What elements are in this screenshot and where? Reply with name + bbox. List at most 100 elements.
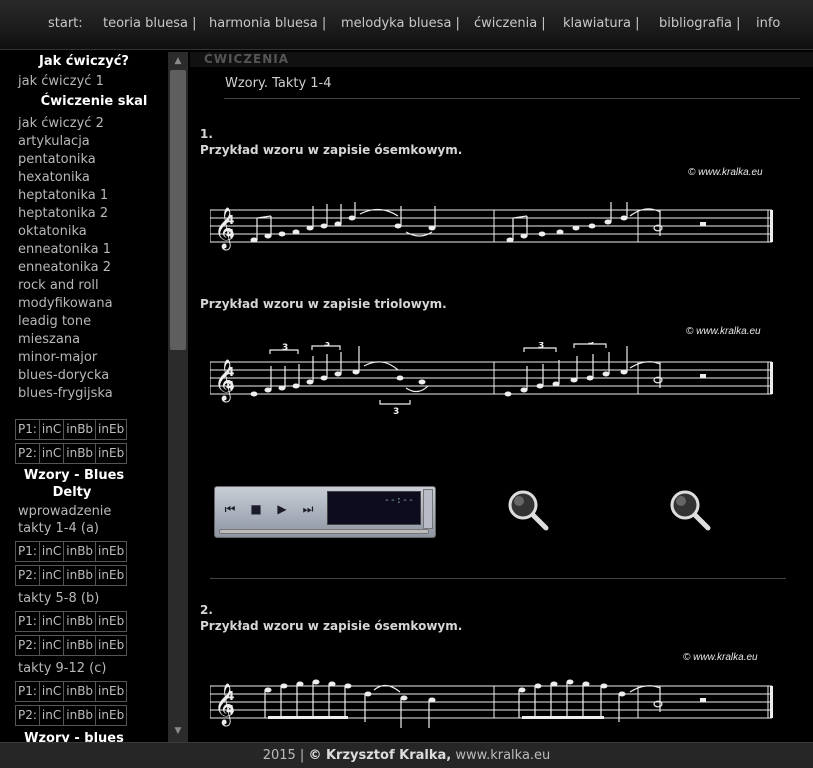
sidebar-link-scale[interactable]: blues-dorycka (18, 368, 109, 383)
sidebar-link-takty-1-4[interactable]: takty 1-4 (a) (18, 521, 99, 536)
svg-text:4: 4 (226, 365, 234, 379)
sidebar-link-jak-cwiczyc-1[interactable]: jak ćwiczyć 1 (18, 74, 104, 89)
sidebar-link-scale[interactable]: rock and roll (18, 278, 99, 293)
section-label: ĆWICZENIA (204, 52, 290, 66)
sidebar-link-scale[interactable]: enneatonika 1 (18, 242, 111, 257)
p1-label: P1: (16, 420, 40, 439)
p1-inbb-link[interactable]: inBb (64, 682, 97, 701)
sidebar-heading-wzory-blues: Wzory - blues (24, 731, 124, 742)
seek-bar[interactable] (219, 529, 429, 534)
p2-key-row: P2: inC inBb inEb (15, 565, 128, 586)
scroll-down-arrow-icon[interactable]: ▼ (171, 724, 185, 738)
skip-forward-icon[interactable]: ⏭ (297, 498, 319, 520)
p2-inc-link[interactable]: inC (40, 636, 65, 655)
p1-inbb-link[interactable]: inBb (64, 612, 97, 631)
player-display: --:-- (327, 491, 421, 525)
sidebar-link-scale[interactable]: minor-major (18, 350, 97, 365)
svg-text:4: 4 (226, 227, 234, 241)
sidebar-link-scale[interactable]: leadig tone (18, 314, 91, 329)
p1-label: P1: (16, 542, 40, 561)
zoom-magnifier-icon[interactable] (668, 488, 712, 532)
credit-text: © www.kralka.eu (686, 326, 761, 337)
sidebar-link-takty-5-8[interactable]: takty 5-8 (b) (18, 591, 99, 606)
p2-inbb-link[interactable]: inBb (64, 706, 97, 725)
p1-ineb-link[interactable]: inEb (96, 612, 126, 631)
p2-inc-link[interactable]: inC (40, 444, 65, 463)
top-navigation: start: teoria bluesa | harmonia bluesa |… (0, 0, 813, 50)
p2-inc-link[interactable]: inC (40, 706, 65, 725)
player-time: --:-- (383, 495, 414, 506)
nav-bibliografia[interactable]: bibliografia | (659, 16, 741, 31)
p2-ineb-link[interactable]: inEb (96, 636, 126, 655)
zoom-magnifier-icon[interactable] (506, 488, 550, 532)
svg-text:4: 4 (226, 213, 234, 227)
sidebar-link-scale[interactable]: mieszana (18, 332, 80, 347)
sidebar-link-scale[interactable]: enneatonika 2 (18, 260, 111, 275)
footer-site-link[interactable]: www.kralka.eu (455, 748, 550, 763)
sidebar-link-takty-9-12[interactable]: takty 9-12 (c) (18, 661, 106, 676)
sidebar-link-scale[interactable]: modyfikowana (18, 296, 113, 311)
nav-klawiatura[interactable]: klawiatura | (563, 16, 639, 31)
music-staff-image: 𝄞 4 4 (210, 342, 773, 417)
nav-harmonia-bluesa[interactable]: harmonia bluesa | (209, 16, 326, 31)
scroll-thumb[interactable] (170, 70, 186, 350)
p2-key-row: P2: inC inBb inEb (15, 443, 128, 464)
p2-inbb-link[interactable]: inBb (64, 566, 97, 585)
p2-inbb-link[interactable]: inBb (64, 444, 97, 463)
svg-text:3: 3 (324, 342, 330, 349)
p1-inbb-link[interactable]: inBb (64, 420, 97, 439)
p2-inc-link[interactable]: inC (40, 566, 65, 585)
sidebar-link-scale[interactable]: blues-frygijska (18, 386, 113, 401)
svg-text:3: 3 (538, 342, 544, 351)
play-icon[interactable]: ▶ (271, 498, 293, 520)
p2-ineb-link[interactable]: inEb (96, 566, 126, 585)
p1-key-row: P1: inC inBb inEb (15, 681, 128, 702)
scroll-up-arrow-icon[interactable]: ▲ (171, 54, 185, 68)
skip-back-icon[interactable]: ⏮ (219, 498, 241, 520)
sidebar-link-scale[interactable]: hexatonika (18, 170, 90, 185)
divider (224, 98, 800, 99)
footer: 2015 | © Krzysztof Kralka, www.kralka.eu (0, 742, 813, 768)
svg-text:3: 3 (588, 342, 594, 347)
p1-label: P1: (16, 612, 40, 631)
stop-icon[interactable]: ■ (245, 498, 267, 520)
p1-inc-link[interactable]: inC (40, 542, 65, 561)
credit-text: © www.kralka.eu (683, 652, 758, 663)
sidebar-scrollbar[interactable]: ▲ ▼ (168, 52, 188, 742)
nav-info[interactable]: info (756, 16, 780, 31)
p1-inc-link[interactable]: inC (40, 612, 65, 631)
nav-cwiczenia[interactable]: ćwiczenia | (474, 16, 546, 31)
p2-ineb-link[interactable]: inEb (96, 706, 126, 725)
svg-text:4: 4 (226, 689, 234, 703)
sidebar-link-scale[interactable]: heptatonika 1 (18, 188, 108, 203)
p1-key-row: P1: inC inBb inEb (15, 541, 128, 562)
p1-ineb-link[interactable]: inEb (96, 682, 126, 701)
nav-melodyka-bluesa[interactable]: melodyka bluesa | (341, 16, 460, 31)
sidebar-heading-cwiczenie-skal: Ćwiczenie skal (40, 94, 148, 109)
sidebar-link-scale[interactable]: artykulacja (18, 134, 90, 149)
p2-inbb-link[interactable]: inBb (64, 636, 97, 655)
exercise-description: Przykład wzoru w zapisie ósemkowym. (200, 619, 463, 633)
credit-text: © www.kralka.eu (688, 167, 763, 178)
p2-key-row: P2: inC inBb inEb (15, 635, 128, 656)
exercise-description: Przykład wzoru w zapisie ósemkowym. (200, 143, 463, 157)
volume-slider[interactable] (423, 489, 433, 529)
sidebar-heading-wzory-blues-delty: Wzory - Blues (23, 468, 125, 483)
music-staff-image: 𝄞 4 4 (210, 202, 773, 250)
p1-ineb-link[interactable]: inEb (96, 542, 126, 561)
sidebar-link-wprowadzenie[interactable]: wprowadzenie (18, 504, 111, 519)
p1-inbb-link[interactable]: inBb (64, 542, 97, 561)
footer-copyright: © Krzysztof Kralka, (308, 748, 452, 763)
sidebar-link-scale[interactable]: pentatonika (18, 152, 96, 167)
main-content: ĆWICZENIA Wzory. Takty 1-4 1. Przykład w… (190, 52, 813, 742)
p1-inc-link[interactable]: inC (40, 420, 65, 439)
nav-teoria-bluesa[interactable]: teoria bluesa | (103, 16, 196, 31)
svg-text:4: 4 (226, 703, 234, 717)
sidebar-link-scale[interactable]: heptatonika 2 (18, 206, 108, 221)
sidebar-link-scale[interactable]: oktatonika (18, 224, 87, 239)
p2-ineb-link[interactable]: inEb (96, 444, 126, 463)
sidebar-link-scale[interactable]: jak ćwiczyć 2 (18, 116, 104, 131)
p1-inc-link[interactable]: inC (40, 682, 65, 701)
p1-ineb-link[interactable]: inEb (96, 420, 126, 439)
svg-text:3: 3 (282, 343, 288, 353)
